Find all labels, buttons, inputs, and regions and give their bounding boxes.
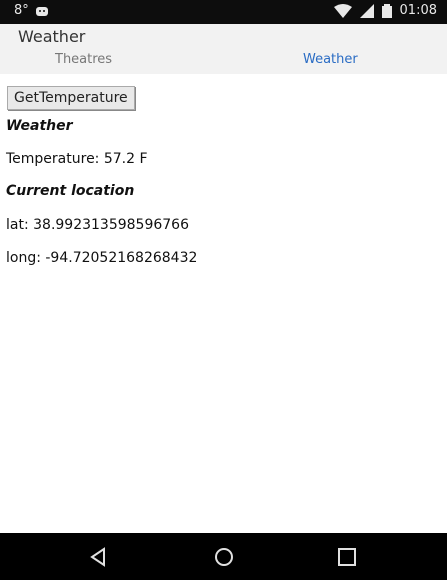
notification-icon <box>35 5 49 17</box>
app-title: Weather <box>18 27 86 46</box>
longitude-text: long: -94.72052168268432 <box>6 250 198 266</box>
tab-weather[interactable]: Weather <box>303 52 358 67</box>
get-temperature-button[interactable]: GetTemperature <box>7 86 135 110</box>
tab-theatres[interactable]: Theatres <box>55 52 112 67</box>
app-header: Weather Theatres Weather <box>0 24 447 74</box>
status-temperature: 8° <box>14 3 29 18</box>
home-icon[interactable] <box>212 545 236 569</box>
status-time: 01:08 <box>399 3 437 18</box>
latitude-text: lat: 38.992313598596766 <box>6 217 189 233</box>
temperature-text: Temperature: 57.2 F <box>6 151 148 167</box>
wifi-icon <box>333 3 352 18</box>
location-heading: Current location <box>6 183 135 199</box>
signal-icon <box>359 3 374 18</box>
battery-icon <box>381 3 392 18</box>
weather-heading: Weather <box>6 118 73 134</box>
back-icon[interactable] <box>86 545 110 569</box>
status-bar: 8° 01:08 <box>0 0 447 24</box>
recents-icon[interactable] <box>335 545 359 569</box>
navigation-bar <box>0 533 447 580</box>
